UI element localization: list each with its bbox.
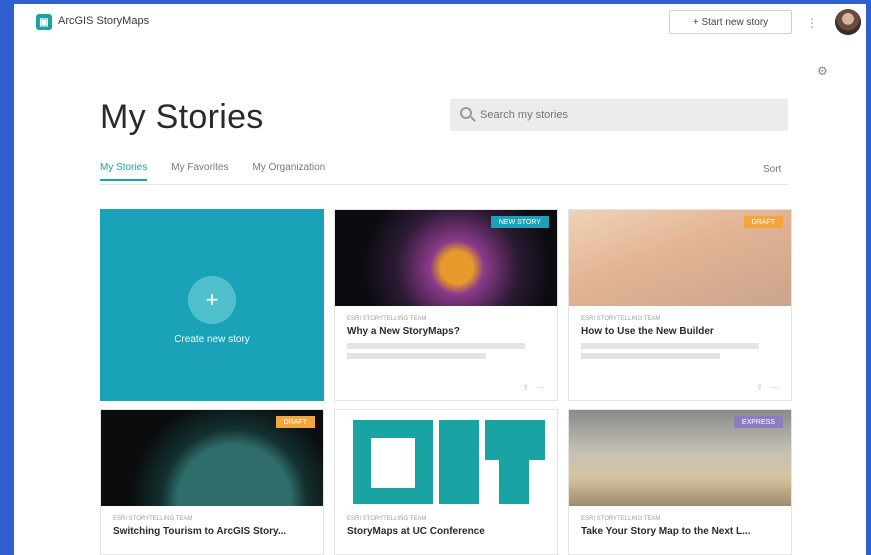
status-badge: EXPRESS: [733, 416, 783, 428]
story-thumbnail: EXPRESS: [569, 410, 791, 506]
status-badge: NEW STORY: [490, 216, 549, 228]
story-thumbnail: DRAFT: [101, 410, 323, 506]
create-story-label: Create new story: [174, 333, 250, 345]
status-badge: DRAFT: [743, 216, 783, 228]
story-author: ESRI STORYTELLING TEAM: [581, 516, 661, 522]
more-options-icon[interactable]: ⋯: [771, 383, 779, 392]
share-icon[interactable]: ⇪: [522, 383, 529, 392]
story-thumbnail: [335, 410, 557, 506]
story-author: ESRI STORYTELLING TEAM: [347, 316, 427, 322]
status-badge: DRAFT: [275, 416, 315, 428]
sort-dropdown[interactable]: Sort: [763, 164, 781, 175]
tabs-divider: [100, 184, 788, 185]
page-title: My Stories: [100, 98, 264, 136]
create-story-card[interactable]: + Create new story: [100, 209, 324, 401]
more-menu-icon[interactable]: ⋮: [806, 16, 818, 30]
story-card[interactable]: DRAFT ESRI STORYTELLING TEAM How to Use …: [568, 209, 792, 401]
story-title[interactable]: StoryMaps at UC Conference: [347, 526, 545, 537]
app-logo-icon[interactable]: ▣: [36, 14, 52, 30]
search-icon: [460, 107, 472, 119]
story-description-line: [581, 353, 720, 359]
story-author: ESRI STORYTELLING TEAM: [113, 516, 193, 522]
tab-my-stories[interactable]: My Stories: [100, 162, 148, 181]
story-thumbnail: DRAFT: [569, 210, 791, 306]
story-card[interactable]: NEW STORY ESRI STORYTELLING TEAM Why a N…: [334, 209, 558, 401]
tab-my-organization[interactable]: My Organization: [252, 162, 325, 181]
story-description-line: [581, 343, 760, 349]
story-card[interactable]: EXPRESS ESRI STORYTELLING TEAM Take Your…: [568, 409, 792, 555]
app-window: ▣ ArcGIS StoryMaps + Start new story ⋮ ⚙…: [14, 4, 866, 555]
story-description-line: [347, 353, 486, 359]
storymaps-logo-graphic: [349, 418, 545, 506]
app-name[interactable]: ArcGIS StoryMaps: [58, 15, 149, 27]
story-title[interactable]: How to Use the New Builder: [581, 326, 779, 337]
story-author: ESRI STORYTELLING TEAM: [347, 516, 427, 522]
start-new-story-button[interactable]: + Start new story: [669, 10, 792, 34]
story-title[interactable]: Take Your Story Map to the Next L...: [581, 526, 779, 537]
story-title[interactable]: Switching Tourism to ArcGIS Story...: [113, 526, 311, 537]
top-bar: ▣ ArcGIS StoryMaps + Start new story ⋮: [14, 4, 866, 40]
story-card[interactable]: ESRI STORYTELLING TEAM StoryMaps at UC C…: [334, 409, 558, 555]
more-options-icon[interactable]: ⋯: [537, 383, 545, 392]
story-card[interactable]: DRAFT ESRI STORYTELLING TEAM Switching T…: [100, 409, 324, 555]
settings-icon[interactable]: ⚙: [817, 64, 828, 78]
avatar[interactable]: [835, 9, 861, 35]
search-input[interactable]: [450, 99, 788, 131]
story-thumbnail: NEW STORY: [335, 210, 557, 306]
share-icon[interactable]: ⇪: [756, 383, 763, 392]
tab-my-favorites[interactable]: My Favorites: [171, 162, 228, 181]
story-description-line: [347, 343, 526, 349]
story-tabs: My Stories My Favorites My Organization: [100, 162, 325, 181]
plus-icon: +: [188, 275, 236, 324]
story-author: ESRI STORYTELLING TEAM: [581, 316, 661, 322]
story-title[interactable]: Why a New StoryMaps?: [347, 326, 545, 337]
